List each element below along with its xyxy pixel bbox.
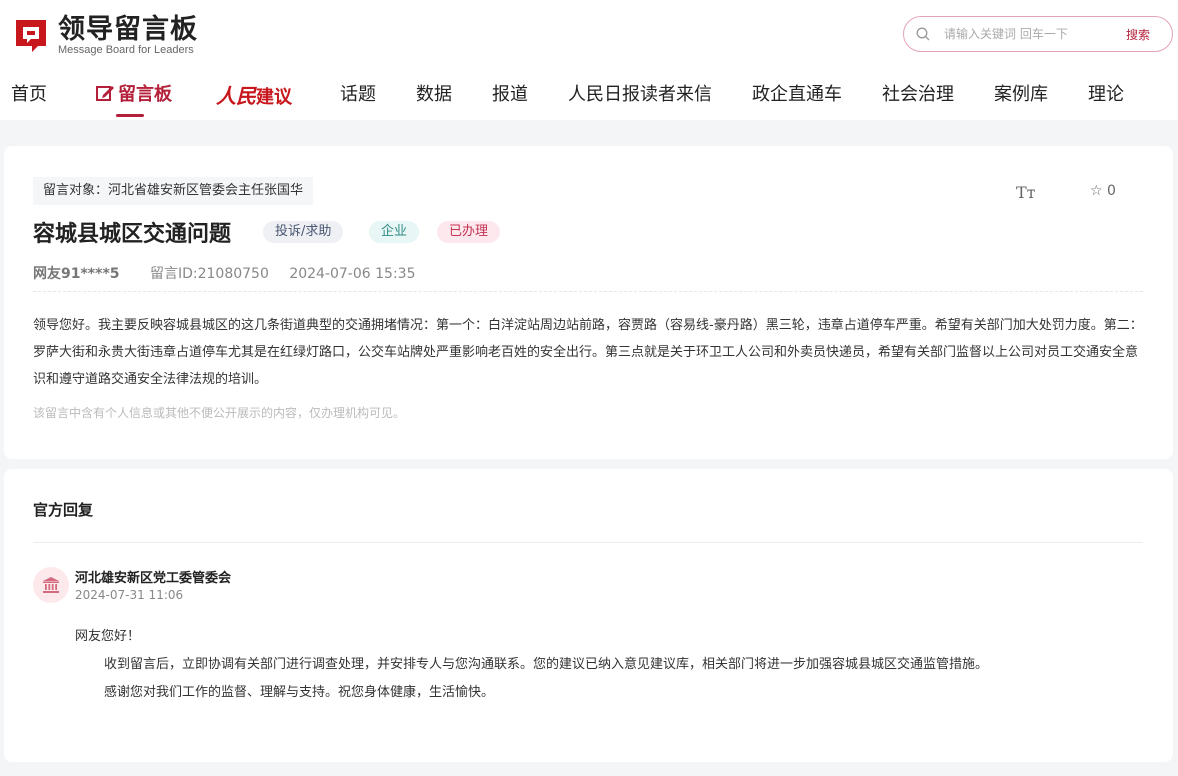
reply-card: 官方回复 河北雄安新区党工委管委会 2024-07-31 11:06 网友您好！… <box>4 469 1173 762</box>
font-size-button[interactable]: Tт <box>1016 183 1036 202</box>
search-icon <box>916 27 930 41</box>
search-input[interactable] <box>944 27 1120 41</box>
government-building-icon <box>43 577 59 593</box>
nav-active-underline <box>116 114 144 117</box>
nav-renmin-jianyi[interactable]: 人民建议 <box>216 80 292 109</box>
avatar <box>33 567 69 603</box>
meta-divider <box>33 291 1143 292</box>
nav-jianyi-label: 建议 <box>256 87 292 108</box>
nav-home[interactable]: 首页 <box>11 80 47 106</box>
search-button[interactable]: 搜索 <box>1126 26 1150 43</box>
message-content: 领导您好。我主要反映容城县城区的这几条街道典型的交通拥堵情况：第一个：白洋淀站周… <box>33 318 1143 387</box>
logo-title: 领导留言板 <box>58 13 198 45</box>
status-badge: 已办理 <box>437 221 501 243</box>
tag-category: 投诉/求助 <box>263 221 344 243</box>
message-meta: 网友91****5 留言ID:21080750 2024-07-06 15:35 <box>33 263 415 283</box>
favorite-count: 0 <box>1107 183 1116 199</box>
message-card: 留言对象：河北省雄安新区管委会主任张国华 Tт ☆ 0 容城县城区交通问题 投诉… <box>4 146 1173 459</box>
site-logo[interactable]: 领导留言板 Message Board for Leaders <box>12 14 198 56</box>
nav-topics[interactable]: 话题 <box>340 80 376 106</box>
nav-governance[interactable]: 社会治理 <box>882 80 954 106</box>
nav-enterprise[interactable]: 政企直通车 <box>752 80 842 106</box>
reply-org-name: 河北雄安新区党工委管委会 <box>75 571 232 586</box>
privacy-note: 该留言中含有个人信息或其他不便公开展示的内容，仅办理机构可见。 <box>33 406 406 420</box>
nav-board[interactable]: 留言板 <box>95 80 172 106</box>
edit-icon <box>96 86 114 101</box>
star-icon: ☆ <box>1090 183 1103 199</box>
message-target: 留言对象：河北省雄安新区管委会主任张国华 <box>33 177 314 205</box>
reply-paragraph-2: 感谢您对我们工作的监督、理解与支持。祝您身体健康，生活愉快。 <box>104 685 495 700</box>
nav-data[interactable]: 数据 <box>416 80 452 106</box>
reply-greeting: 网友您好！ <box>75 629 141 644</box>
reply-paragraph-1: 收到留言后，立即协调有关部门进行调查处理，并安排专人与您沟通联系。您的建议已纳入… <box>104 657 989 672</box>
message-title: 容城县城区交通问题 <box>33 222 232 247</box>
site-header: 领导留言板 Message Board for Leaders 搜索 首页 留言… <box>0 0 1178 120</box>
logo-mark-icon <box>12 16 50 54</box>
search-box: 搜索 <box>903 16 1173 52</box>
nav-cases[interactable]: 案例库 <box>994 80 1048 106</box>
message-id: 留言ID:21080750 <box>149 266 269 282</box>
favorite-button[interactable]: ☆ 0 <box>1090 183 1116 199</box>
nav-board-label: 留言板 <box>118 84 172 105</box>
message-time: 2024-07-06 15:35 <box>289 266 416 282</box>
reply-time: 2024-07-31 11:06 <box>75 588 184 602</box>
nav-theory[interactable]: 理论 <box>1088 80 1124 106</box>
nav-renmin-mark: 人民 <box>216 84 256 108</box>
message-user: 网友91****5 <box>33 266 120 282</box>
reply-section-title: 官方回复 <box>33 501 94 519</box>
logo-subtitle: Message Board for Leaders <box>58 43 194 56</box>
main-nav: 首页 留言板 人民建议 话题 数据 报道 人民日报读者来信 政企直通车 社会治理… <box>0 72 1178 120</box>
tag-field: 企业 <box>369 221 420 243</box>
nav-reports[interactable]: 报道 <box>492 80 528 106</box>
reply-divider <box>33 542 1143 543</box>
nav-reader-letters[interactable]: 人民日报读者来信 <box>568 80 712 106</box>
font-size-icon: Tт <box>1016 183 1036 202</box>
